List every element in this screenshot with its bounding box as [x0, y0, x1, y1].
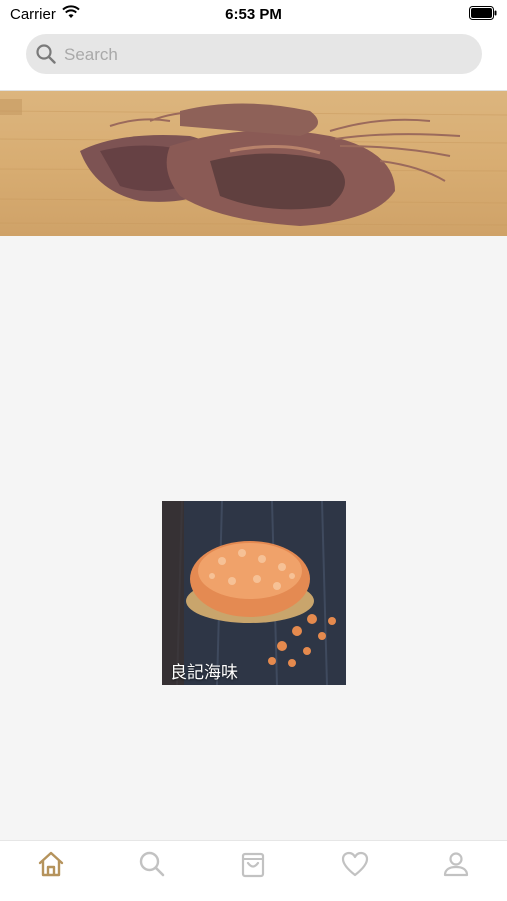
banner-image[interactable]: [0, 91, 507, 236]
tab-bar: [0, 840, 507, 901]
search-bar[interactable]: [26, 34, 482, 76]
product-card[interactable]: 良記海味: [162, 501, 346, 685]
user-icon: [444, 852, 469, 877]
tab-cart[interactable]: [223, 841, 283, 887]
home-icon: [38, 851, 63, 877]
status-bar: Carrier 6:53 PM: [0, 0, 507, 28]
search-icon: [36, 44, 56, 64]
dried-squid-image: [0, 99, 507, 226]
tab-favorites[interactable]: [325, 841, 385, 887]
header: [0, 28, 507, 91]
product-name: 良記海味: [170, 663, 238, 683]
status-time: 6:53 PM: [225, 6, 282, 23]
search-icon: [139, 851, 165, 877]
battery-icon: [469, 6, 497, 20]
tab-search[interactable]: [122, 841, 182, 887]
heart-icon: [341, 851, 368, 877]
search-input[interactable]: [62, 34, 466, 76]
shopping-bag-icon: [242, 852, 265, 878]
tab-home[interactable]: [21, 841, 81, 887]
tab-profile[interactable]: [426, 841, 486, 887]
